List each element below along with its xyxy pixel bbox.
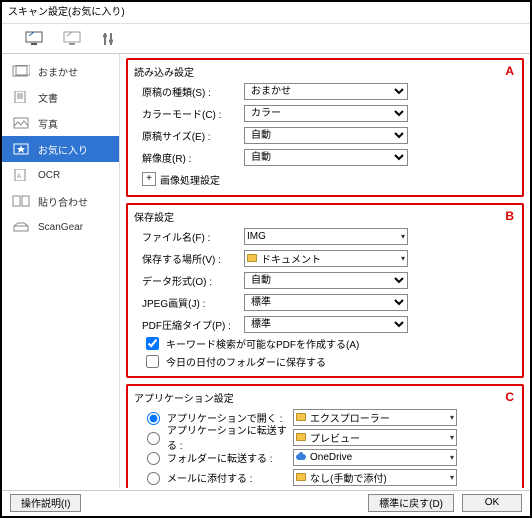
- scan-settings-group: A 読み込み設定 原稿の種類(S) : おまかせ カラーモード(C) : カラー…: [126, 58, 524, 197]
- sidebar-item-scangear[interactable]: ScanGear: [2, 214, 119, 240]
- resolution-select[interactable]: 自動: [244, 149, 408, 166]
- cloud-icon: [296, 454, 306, 460]
- attach-to-mail-label: メールに添付する :: [167, 470, 289, 485]
- date-folder-label: 今日の日付のフォルダーに保存する: [166, 354, 326, 369]
- tab-scan-from-pc[interactable]: [24, 24, 44, 54]
- main-panel: A 読み込み設定 原稿の種類(S) : おまかせ カラーモード(C) : カラー…: [120, 54, 530, 488]
- chevron-down-icon: ▾: [450, 433, 454, 442]
- paper-size-select[interactable]: 自動: [244, 127, 408, 144]
- jpeg-quality-label: JPEG画質(J) :: [134, 295, 244, 310]
- send-to-app-radio[interactable]: [147, 432, 160, 445]
- sidebar-item-stitch[interactable]: 貼り合わせ: [2, 188, 119, 214]
- chevron-down-icon: ▾: [401, 254, 405, 263]
- tab-general-settings[interactable]: [100, 24, 118, 54]
- ocr-icon: A: [12, 168, 30, 182]
- date-folder-checkbox[interactable]: [146, 355, 159, 368]
- sidebar-item-ocr[interactable]: A OCR: [2, 162, 119, 188]
- filename-label: ファイル名(F) :: [134, 229, 244, 244]
- folder-icon: [296, 413, 306, 421]
- send-to-folder-combo[interactable]: OneDrive ▾: [293, 449, 457, 466]
- sidebar: おまかせ 文書 写真 お気に入り A OCR 貼り合わせ: [2, 54, 120, 488]
- color-mode-select[interactable]: カラー: [244, 105, 408, 122]
- open-with-app-combo[interactable]: エクスプローラー ▾: [293, 409, 457, 426]
- image-processing-label: 画像処理設定: [160, 172, 220, 187]
- save-location-combo[interactable]: ドキュメント ▾: [244, 250, 408, 267]
- searchable-pdf-checkbox[interactable]: [146, 337, 159, 350]
- color-mode-label: カラーモード(C) :: [134, 106, 244, 121]
- send-to-folder-label: フォルダーに転送する :: [167, 450, 289, 465]
- searchable-pdf-label: キーワード検索が可能なPDFを作成する(A): [166, 336, 359, 351]
- favorite-icon: [12, 142, 30, 156]
- window: スキャン設定(お気に入り) おまかせ 文書 写真: [0, 0, 532, 518]
- sidebar-item-photo[interactable]: 写真: [2, 110, 119, 136]
- open-with-app-radio[interactable]: [147, 412, 160, 425]
- ok-button[interactable]: OK: [462, 494, 522, 512]
- pdf-compression-select[interactable]: 標準: [244, 316, 408, 333]
- sidebar-item-label: ScanGear: [38, 222, 83, 233]
- attach-to-mail-combo[interactable]: なし(手動で添付) ▾: [293, 469, 457, 486]
- image-processing-expand-button[interactable]: +: [142, 172, 156, 186]
- sidebar-item-document[interactable]: 文書: [2, 84, 119, 110]
- data-format-select[interactable]: 自動: [244, 272, 408, 289]
- document-icon: [12, 90, 30, 104]
- window-title: スキャン設定(お気に入り): [8, 7, 125, 18]
- group-letter-b: B: [505, 209, 514, 223]
- save-settings-group: B 保存設定 ファイル名(F) : IMG ▾ 保存する場所(V) : ドキュメ…: [126, 203, 524, 378]
- send-to-app-combo[interactable]: プレビュー ▾: [293, 429, 457, 446]
- send-to-folder-radio[interactable]: [147, 452, 160, 465]
- sidebar-item-favorite[interactable]: お気に入り: [2, 136, 119, 162]
- jpeg-quality-select[interactable]: 標準: [244, 294, 408, 311]
- application-settings-group: C アプリケーション設定 アプリケーションで開く : エクスプローラー ▾ アプ…: [126, 384, 524, 488]
- group-letter-a: A: [505, 64, 514, 78]
- sidebar-item-label: 文書: [38, 90, 58, 105]
- data-format-label: データ形式(O) :: [134, 273, 244, 288]
- sidebar-item-label: 貼り合わせ: [38, 194, 88, 209]
- attach-to-mail-radio[interactable]: [147, 472, 160, 485]
- send-to-app-label: アプリケーションに転送する :: [167, 422, 289, 452]
- footer: 操作説明(I) 標準に戻す(D) OK: [2, 490, 530, 514]
- paper-size-label: 原稿サイズ(E) :: [134, 128, 244, 143]
- instructions-button[interactable]: 操作説明(I): [10, 494, 81, 512]
- sidebar-item-label: おまかせ: [38, 64, 78, 79]
- folder-icon: [296, 473, 306, 481]
- filename-combo[interactable]: IMG ▾: [244, 228, 408, 245]
- titlebar: スキャン設定(お気に入り): [2, 2, 530, 24]
- chevron-down-icon: ▾: [450, 413, 454, 422]
- chevron-down-icon: ▾: [450, 453, 454, 462]
- resolution-label: 解像度(R) :: [134, 150, 244, 165]
- folder-icon: [247, 254, 257, 262]
- folder-icon: [296, 433, 306, 441]
- save-location-label: 保存する場所(V) :: [134, 251, 244, 266]
- sidebar-item-label: お気に入り: [38, 142, 88, 157]
- chevron-down-icon: ▾: [401, 232, 405, 241]
- defaults-button[interactable]: 標準に戻す(D): [368, 494, 454, 512]
- scan-settings-title: 読み込み設定: [134, 64, 516, 79]
- photo-icon: [12, 116, 30, 130]
- tab-scan-from-panel[interactable]: [62, 24, 82, 54]
- sidebar-item-label: 写真: [38, 116, 58, 131]
- auto-icon: [12, 64, 30, 78]
- source-type-select[interactable]: おまかせ: [244, 83, 408, 100]
- pdf-compression-label: PDF圧縮タイプ(P) :: [134, 317, 244, 332]
- sidebar-item-omakase[interactable]: おまかせ: [2, 58, 119, 84]
- toolbar-tabs: [2, 24, 530, 54]
- chevron-down-icon: ▾: [450, 473, 454, 482]
- group-letter-c: C: [505, 390, 514, 404]
- svg-text:A: A: [17, 174, 21, 180]
- source-type-label: 原稿の種類(S) :: [134, 84, 244, 99]
- save-settings-title: 保存設定: [134, 209, 516, 224]
- application-settings-title: アプリケーション設定: [134, 390, 516, 405]
- scanner-icon: [12, 220, 30, 234]
- sidebar-item-label: OCR: [38, 170, 60, 181]
- stitch-icon: [12, 194, 30, 208]
